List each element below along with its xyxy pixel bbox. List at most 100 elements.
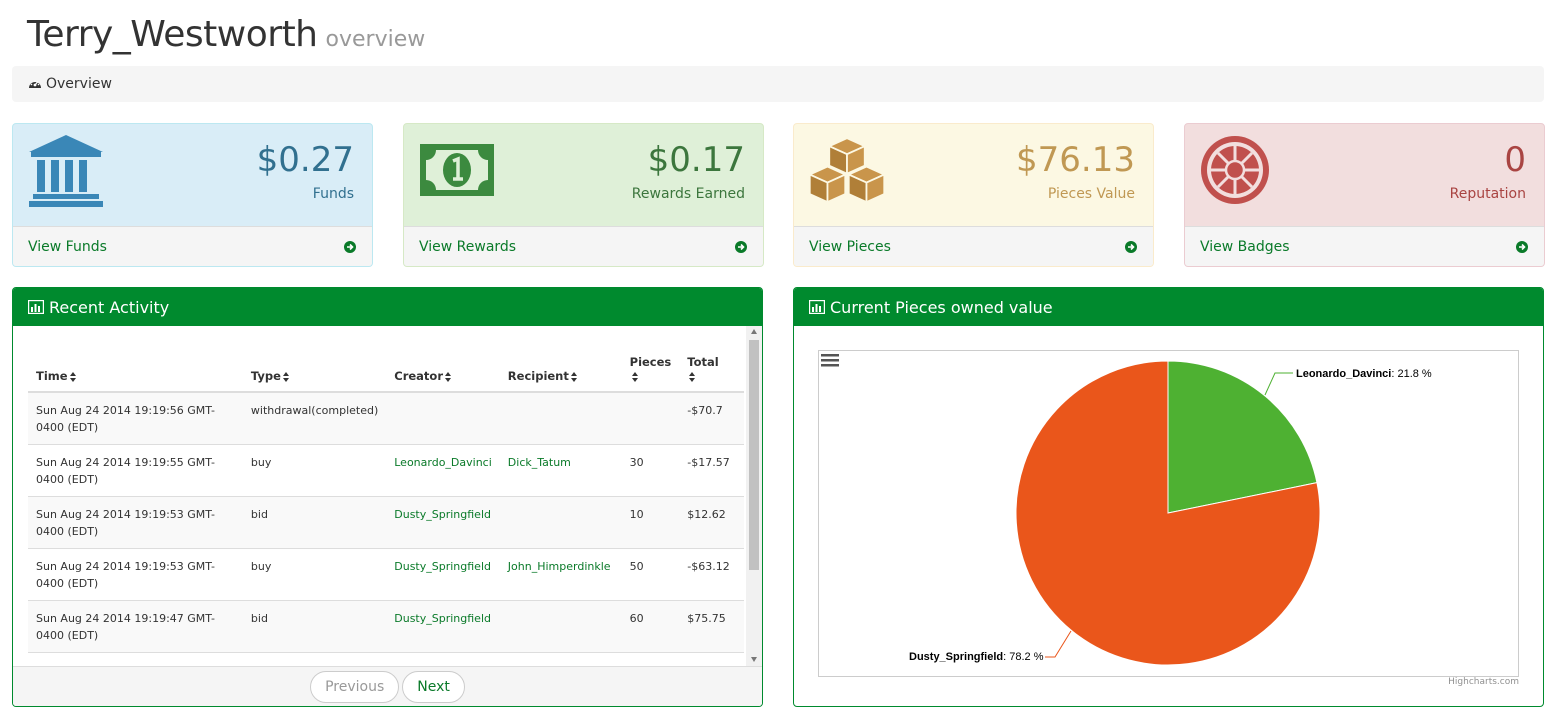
sort-icon	[631, 371, 638, 382]
cell-time: Sun Aug 24 2014 19:19:55 GMT-0400 (EDT)	[28, 444, 243, 497]
pieces-card: $76.13 Pieces Value View Pieces	[793, 123, 1154, 267]
cell-total: -$70.7	[679, 391, 744, 445]
cell-recipient[interactable]	[499, 600, 622, 653]
column-header-type[interactable]: Type	[242, 326, 387, 393]
sort-icon	[689, 371, 696, 382]
cell-total: -$17.57	[679, 444, 744, 497]
cell-recipient[interactable]	[499, 652, 622, 666]
view-rewards-link[interactable]: View Rewards	[404, 226, 763, 266]
cell-type: withdrawal(completed)	[242, 391, 387, 445]
previous-button[interactable]: Previous	[310, 670, 400, 703]
cell-pieces	[621, 391, 680, 445]
recent-activity-heading: Recent Activity	[13, 288, 762, 326]
cell-total: $17.57	[679, 652, 744, 666]
table-header-row: Time Type Creator Recipient Pieces Total	[28, 326, 744, 393]
cell-type: bid	[242, 600, 387, 653]
view-rewards-label: View Rewards	[419, 239, 517, 255]
empire-icon	[1201, 136, 1269, 204]
scroll-up-icon[interactable]	[751, 329, 757, 334]
cell-time: Sun Aug 24 2014 19:19:56 GMT-0400 (EDT)	[28, 391, 243, 445]
cell-pieces: 10	[621, 496, 680, 549]
cell-pieces: 60	[621, 600, 680, 653]
cell-creator[interactable]: Dusty_Springfield	[386, 548, 500, 601]
activity-table: Time Type Creator Recipient Pieces Total…	[28, 326, 744, 666]
recent-activity-panel: Recent Activity Time Type Creator Recipi…	[12, 287, 763, 707]
arrow-circle-right-icon	[1516, 241, 1528, 253]
scroll-down-icon[interactable]	[751, 657, 757, 662]
view-funds-link[interactable]: View Funds	[13, 226, 372, 266]
scrollbar-thumb[interactable]	[749, 340, 759, 570]
bar-chart-icon	[28, 300, 44, 314]
sort-icon	[282, 371, 289, 382]
page-header: Terry_Westworth overview	[27, 14, 425, 55]
pieces-value-title: Current Pieces owned value	[830, 297, 1053, 317]
cell-total: $75.75	[679, 600, 744, 653]
pie-data-label: Dusty_Springfield: 78.2 %	[909, 651, 1044, 663]
reputation-value: 0	[1504, 140, 1526, 180]
cell-time: Sun Aug 24 2014 19:19:46 GMT-0400 (EDT)	[28, 652, 243, 666]
cubes-icon	[808, 137, 886, 204]
column-header-recipient[interactable]: Recipient	[499, 326, 622, 393]
funds-value: $0.27	[256, 140, 354, 180]
arrow-circle-right-icon	[735, 241, 747, 253]
column-header-total[interactable]: Total	[679, 326, 744, 393]
view-funds-label: View Funds	[28, 239, 107, 255]
column-header-time[interactable]: Time	[28, 326, 243, 393]
cell-creator[interactable]: Leonardo_Davinci	[386, 652, 500, 666]
cell-total: $12.62	[679, 496, 744, 549]
sort-icon	[445, 371, 451, 382]
recent-activity-title: Recent Activity	[49, 297, 170, 317]
rewards-label: Rewards Earned	[631, 186, 745, 202]
pie-connector-line	[1045, 630, 1072, 658]
cell-creator[interactable]	[386, 391, 500, 445]
bank-icon	[29, 135, 103, 207]
next-button[interactable]: Next	[402, 670, 465, 703]
funds-card: $0.27 Funds View Funds	[12, 123, 373, 267]
cell-creator[interactable]: Dusty_Springfield	[386, 496, 500, 549]
pieces-label: Pieces Value	[1047, 186, 1135, 202]
cell-pieces: 30	[621, 444, 680, 497]
cell-pieces: 50	[621, 548, 680, 601]
reputation-card: 0 Reputation View Badges	[1184, 123, 1545, 267]
page-title: Terry_Westworth	[27, 14, 318, 55]
vertical-scrollbar[interactable]	[746, 326, 762, 666]
page-subtitle: overview	[325, 27, 426, 52]
pie-connector-line	[1264, 372, 1293, 396]
menu-icon[interactable]	[819, 351, 841, 369]
pie-data-label: Leonardo_Davinci: 21.8 %	[1296, 368, 1432, 380]
cell-time: Sun Aug 24 2014 19:19:53 GMT-0400 (EDT)	[28, 548, 243, 601]
cell-type: buy	[242, 444, 387, 497]
cell-time: Sun Aug 24 2014 19:19:53 GMT-0400 (EDT)	[28, 496, 243, 549]
pie-chart-container: Leonardo_Davinci: 21.8 % Dusty_Springfiel…	[818, 350, 1519, 677]
view-pieces-link[interactable]: View Pieces	[794, 226, 1153, 266]
sort-icon	[69, 371, 76, 382]
rewards-card: $0.17 Rewards Earned View Rewards	[403, 123, 764, 267]
cell-type: bid	[242, 652, 387, 666]
table-row: Sun Aug 24 2014 19:19:55 GMT-0400 (EDT) …	[28, 444, 744, 497]
view-badges-link[interactable]: View Badges	[1185, 226, 1544, 266]
activity-table-scroll[interactable]: Time Type Creator Recipient Pieces Total…	[13, 326, 762, 666]
column-header-creator[interactable]: Creator	[386, 326, 500, 393]
rewards-value: $0.17	[647, 140, 745, 180]
table-row: Sun Aug 24 2014 19:19:47 GMT-0400 (EDT) …	[28, 600, 744, 653]
pagination: Previous Next	[13, 666, 762, 706]
reputation-label: Reputation	[1449, 186, 1526, 202]
view-badges-label: View Badges	[1200, 239, 1290, 255]
bar-chart-icon	[809, 300, 825, 314]
column-header-pieces[interactable]: Pieces	[621, 326, 680, 393]
cell-pieces: 30	[621, 652, 680, 666]
money-icon	[420, 144, 494, 196]
cell-creator[interactable]: Dusty_Springfield	[386, 600, 500, 653]
pieces-value: $76.13	[1016, 140, 1135, 180]
cell-creator[interactable]: Leonardo_Davinci	[386, 444, 500, 497]
view-pieces-label: View Pieces	[809, 239, 891, 255]
cell-recipient[interactable]: John_Himperdinkle	[499, 548, 622, 601]
dashboard-icon	[29, 80, 41, 88]
table-row: Sun Aug 24 2014 19:19:53 GMT-0400 (EDT) …	[28, 548, 744, 601]
chart-credit[interactable]: Highcharts.com	[1448, 677, 1519, 687]
cell-recipient[interactable]	[499, 391, 622, 445]
cell-total: -$63.12	[679, 548, 744, 601]
pieces-value-heading: Current Pieces owned value	[794, 288, 1543, 326]
cell-recipient[interactable]	[499, 496, 622, 549]
cell-recipient[interactable]: Dick_Tatum	[499, 444, 622, 497]
